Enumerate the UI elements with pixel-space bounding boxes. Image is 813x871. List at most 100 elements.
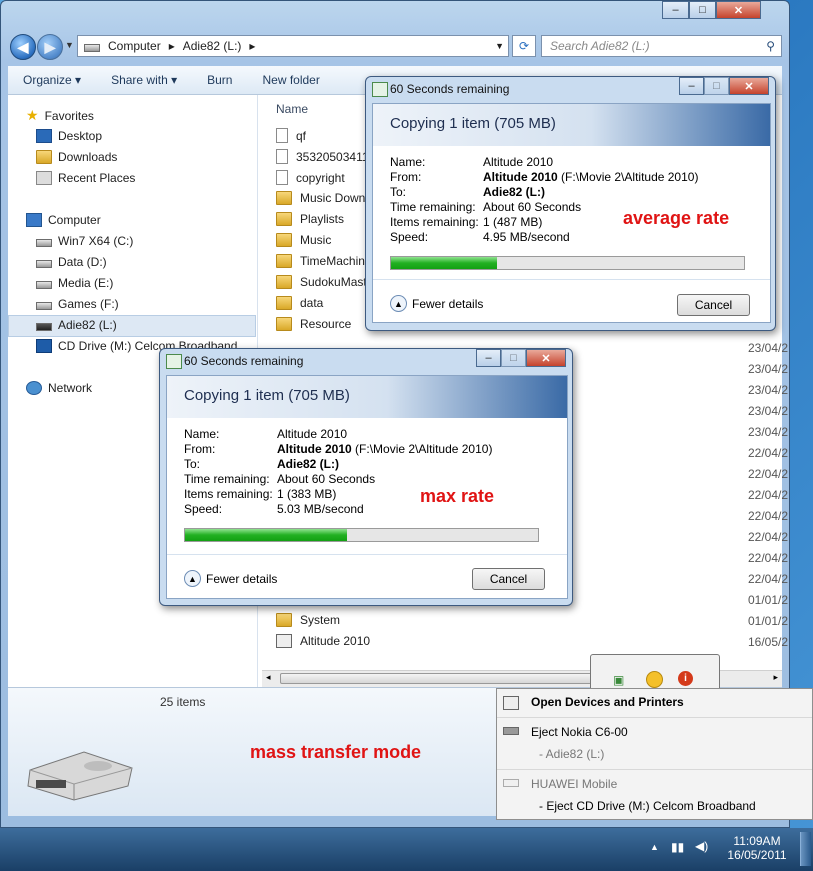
open-devices-item[interactable]: Open Devices and Printers — [531, 695, 684, 709]
list-item[interactable]: qf — [276, 128, 306, 143]
detail-value: Altitude 2010 — [483, 155, 554, 169]
media-file-icon — [276, 634, 292, 648]
fewer-details-toggle[interactable]: ▲ Fewer details — [184, 570, 277, 587]
computer-icon — [26, 213, 42, 227]
maximize-button[interactable]: □ — [501, 349, 526, 367]
detail-value: About 60 Seconds — [483, 200, 582, 214]
folder-icon — [276, 613, 292, 627]
nav-desktop[interactable]: Desktop — [36, 129, 102, 143]
refresh-icon[interactable]: ⟳ — [512, 35, 536, 57]
messenger-icon[interactable] — [646, 671, 663, 688]
list-item[interactable]: Resource — [276, 317, 351, 331]
nav-drive-f[interactable]: Games (F:) — [36, 297, 119, 311]
folder-icon — [276, 296, 292, 310]
nav-favorites[interactable]: ★ Favorites — [26, 107, 94, 124]
list-item[interactable]: Altitude 2010 — [276, 634, 370, 648]
share-with-button[interactable]: Share with ▾ — [96, 73, 192, 87]
dialog-title: 60 Seconds remaining — [390, 82, 510, 96]
maximize-button[interactable]: □ — [704, 77, 729, 95]
detail-from-row: From: Altitude 2010 (F:\Movie 2\Altitude … — [390, 170, 698, 184]
cancel-button[interactable]: Cancel — [472, 568, 545, 590]
detail-label: Speed: — [184, 502, 223, 516]
close-button[interactable]: ✕ — [716, 1, 761, 19]
list-item[interactable]: data — [276, 296, 323, 310]
divider — [167, 554, 567, 555]
list-item[interactable]: TimeMachin — [276, 254, 365, 268]
close-button[interactable]: ✕ — [526, 349, 566, 367]
detail-name-row: Name: Altitude 2010 — [184, 427, 347, 441]
annotation-average-rate: average rate — [623, 208, 730, 228]
scroll-left-icon[interactable]: ◂ — [266, 672, 271, 683]
list-item[interactable]: Playlists — [276, 212, 344, 226]
detail-value: Altitude 2010 — [277, 442, 352, 456]
nav-drive-l[interactable]: Adie82 (L:) — [36, 318, 117, 332]
minimize-button[interactable]: – — [679, 77, 704, 95]
signal-icon[interactable]: ▮▮ — [671, 840, 684, 854]
nav-downloads[interactable]: Downloads — [36, 150, 117, 164]
nav-drive-e[interactable]: Media (E:) — [36, 276, 113, 290]
breadcrumb-computer[interactable]: Computer — [108, 39, 161, 53]
nav-recent-places[interactable]: Recent Places — [36, 171, 135, 185]
scrollbar-thumb[interactable] — [280, 673, 620, 684]
eject-nokia-item[interactable]: Eject Nokia C6-00 — [531, 725, 628, 739]
burn-button[interactable]: Burn — [192, 73, 247, 87]
nav-drive-d[interactable]: Data (D:) — [36, 255, 107, 269]
nav-drive-d-label: Data (D:) — [58, 255, 107, 269]
address-dropdown-icon[interactable]: ▼ — [495, 41, 504, 51]
detail-speed-row: Speed: 4.95 MB/second — [390, 230, 570, 244]
list-item[interactable]: Music — [276, 233, 331, 247]
list-item[interactable]: System — [276, 613, 340, 627]
detail-label: Time remaining: — [184, 472, 270, 486]
clock-date: 16/05/2011 — [727, 848, 787, 862]
new-folder-button[interactable]: New folder — [247, 73, 334, 87]
search-input[interactable]: Search Adie82 (L:) ⚲ — [541, 35, 782, 57]
forward-button[interactable]: ▶ — [37, 34, 63, 60]
maximize-button[interactable]: □ — [689, 1, 716, 19]
printer-icon — [503, 696, 519, 710]
list-item[interactable]: copyright — [276, 170, 345, 185]
back-button[interactable]: ◀ — [10, 34, 36, 60]
history-chevron-icon[interactable]: ▼ — [65, 40, 74, 50]
file-date: 22/04/2 — [748, 572, 789, 586]
detail-label: Time remaining: — [390, 200, 476, 214]
nav-desktop-label: Desktop — [58, 129, 103, 143]
cd-drive-icon — [36, 339, 52, 353]
show-hidden-icons-icon[interactable]: ▲ — [650, 842, 659, 852]
nav-drive-c[interactable]: Win7 X64 (C:) — [36, 234, 133, 248]
usb-drive-icon — [503, 727, 519, 735]
chevron-up-icon: ▲ — [184, 570, 201, 587]
file-date: 22/04/2 — [748, 551, 789, 565]
fewer-details-toggle[interactable]: ▲ Fewer details — [390, 295, 483, 312]
minimize-button[interactable]: – — [662, 1, 689, 19]
clock[interactable]: 11:09AM 16/05/2011 — [722, 834, 792, 862]
list-item[interactable]: Music Downl — [276, 191, 368, 205]
breadcrumb-separator-icon: ▸ — [249, 39, 256, 53]
detail-label: From: — [390, 170, 422, 184]
column-header-name[interactable]: Name — [276, 102, 308, 116]
cancel-button[interactable]: Cancel — [677, 294, 750, 316]
copy-progress-icon — [372, 82, 388, 97]
nav-computer[interactable]: Computer — [26, 213, 101, 227]
address-bar[interactable]: Computer ▸ Adie82 (L:) ▸ ▼ — [77, 35, 509, 57]
downloads-folder-icon — [36, 150, 52, 164]
scroll-right-icon[interactable]: ▸ — [773, 672, 778, 683]
minimize-button[interactable]: – — [476, 349, 501, 367]
show-desktop-button[interactable] — [800, 832, 811, 866]
list-item[interactable]: 35320503411 — [276, 149, 369, 164]
info-icon[interactable]: i — [678, 671, 693, 686]
detail-speed-row: Speed: 5.03 MB/second — [184, 502, 364, 516]
nokia-drive-subitem: - Adie82 (L:) — [539, 747, 605, 761]
organize-button[interactable]: Organize ▾ — [8, 73, 96, 87]
list-item[interactable]: SudokuMaste — [276, 275, 373, 289]
modem-icon — [503, 779, 519, 787]
detail-to-row: To: Adie82 (L:) — [390, 185, 545, 199]
breadcrumb-drive[interactable]: Adie82 (L:) — [183, 39, 242, 53]
file-name: 35320503411 — [296, 149, 369, 164]
eject-cd-item[interactable]: - Eject CD Drive (M:) Celcom Broadband — [539, 799, 756, 813]
close-button[interactable]: ✕ — [729, 77, 769, 95]
nav-network[interactable]: Network — [26, 381, 92, 395]
detail-label: Items remaining: — [184, 487, 273, 501]
safely-remove-hardware-icon[interactable]: ▣ — [613, 673, 624, 687]
volume-icon[interactable]: ◀) — [695, 839, 708, 853]
detail-value: Altitude 2010 — [277, 427, 348, 441]
